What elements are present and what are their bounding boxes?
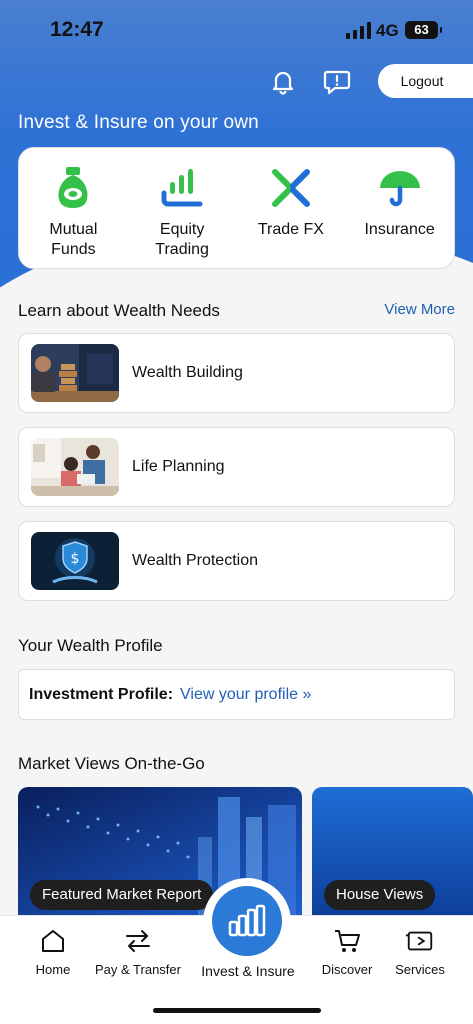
umbrella-icon (374, 162, 426, 214)
money-bag-icon (47, 162, 99, 214)
home-indicator (153, 1008, 321, 1013)
wealth-building-image (31, 344, 119, 402)
tab-home[interactable]: Home (8, 926, 98, 977)
tab-invest-insure[interactable] (212, 886, 282, 956)
status-bar: 12:47 4G 63 (0, 0, 473, 62)
fx-icon (265, 162, 317, 214)
wealth-card-protection[interactable]: $ Wealth Protection (18, 521, 455, 601)
cart-icon (332, 926, 362, 956)
product-label: Trade FX (257, 221, 324, 238)
wealth-profile-title: Your Wealth Profile (18, 636, 163, 655)
product-label: Insurance (364, 221, 435, 238)
product-trade-fx[interactable]: Trade FX (241, 162, 341, 240)
product-insurance[interactable]: Insurance (350, 162, 450, 240)
tab-label: Services (395, 962, 445, 977)
product-menu: Mutual Funds Equity Trading Trade FX Ins… (18, 147, 455, 269)
market-card-house-views[interactable]: House Views (312, 787, 473, 915)
services-icon (405, 926, 435, 956)
transfer-icon (123, 926, 153, 956)
investment-profile-card[interactable]: Investment Profile: View your profile » (18, 669, 455, 720)
market-views-title: Market Views On-the-Go (18, 754, 205, 773)
product-label: Equity Trading (155, 221, 209, 258)
tab-label: Discover (321, 962, 373, 977)
tab-pay-transfer[interactable]: Pay & Transfer (93, 926, 183, 977)
view-more-link[interactable]: View More (384, 301, 455, 318)
wealth-needs-title: Learn about Wealth Needs (18, 301, 220, 320)
product-mutual-funds[interactable]: Mutual Funds (23, 162, 123, 260)
tab-services[interactable]: Services (375, 926, 465, 977)
product-equity-trading[interactable]: Equity Trading (132, 162, 232, 260)
svg-text:$: $ (71, 551, 80, 567)
bell-icon[interactable] (268, 66, 298, 96)
chat-icon[interactable] (322, 66, 352, 96)
life-planning-image (31, 438, 119, 496)
signal-icon (346, 22, 371, 39)
battery-icon: 63 (405, 21, 442, 39)
wealth-card-label: Wealth Protection (132, 552, 258, 569)
wealth-card-label: Life Planning (132, 458, 225, 475)
bar-chart-icon (156, 162, 208, 214)
product-label: Mutual Funds (49, 221, 98, 258)
investment-profile-label: Investment Profile: (29, 685, 174, 703)
wealth-card-life-planning[interactable]: Life Planning (18, 427, 455, 507)
tab-label: Invest & Insure (201, 963, 295, 979)
wealth-protection-image: $ (31, 532, 119, 590)
wealth-card-label: Wealth Building (132, 364, 243, 381)
wealth-card-building[interactable]: Wealth Building (18, 333, 455, 413)
page-title: Invest & Insure on your own (18, 112, 259, 133)
market-card-label: Featured Market Report (30, 880, 214, 910)
tab-label: Home (35, 962, 71, 977)
invest-chart-icon (228, 904, 266, 937)
network-type: 4G (376, 21, 399, 40)
tab-label: Pay & Transfer (95, 962, 181, 977)
status-time: 12:47 (50, 18, 104, 41)
view-profile-link[interactable]: View your profile » (180, 686, 311, 704)
market-card-label: House Views (324, 880, 436, 910)
home-icon (38, 926, 68, 956)
logout-button[interactable]: Logout (378, 64, 473, 98)
